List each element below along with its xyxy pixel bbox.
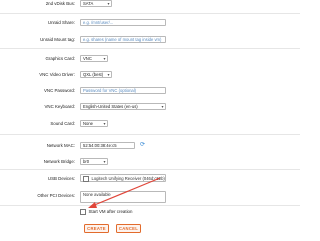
refresh-icon[interactable]: ⟳	[140, 141, 145, 148]
unraid-mount-tag-input[interactable]: e.g. shares (name of mount tag inside vm…	[80, 36, 166, 43]
vnc-password-label: VNC Password:	[44, 88, 75, 93]
vnc-video-driver-label: VNC Video Driver:	[39, 72, 75, 77]
unraid-mount-tag-label: Unraid Mount tag:	[40, 37, 75, 42]
network-bridge-value: br0	[83, 159, 90, 164]
start-vm-checkbox[interactable]	[80, 209, 86, 215]
vdisk-bus-2-value: SATA	[83, 1, 94, 6]
vdisk-bus-2-select[interactable]: SATA ▾	[80, 0, 112, 7]
usb-device-option: Logitech Unifying Receiver (046d:c52b)	[91, 176, 165, 181]
network-mac-input[interactable]: 52:54:00:38:4e:c5	[80, 142, 135, 149]
caret-down-icon: ▾	[161, 104, 164, 109]
network-bridge-label: Network Bridge:	[43, 159, 75, 164]
start-vm-label: Start VM after creation	[88, 209, 133, 214]
caret-down-icon: ▾	[103, 159, 106, 164]
caret-down-icon: ▾	[103, 56, 106, 61]
vnc-password-input[interactable]: Password for VNC (optional)	[80, 87, 166, 94]
unraid-share-label: Unraid Share:	[47, 20, 75, 25]
divider	[0, 205, 300, 206]
usb-devices-label: USB Devices:	[47, 176, 75, 181]
sound-card-label: Sound Card:	[50, 121, 75, 126]
cancel-button[interactable]: CANCEL	[116, 224, 141, 233]
create-button[interactable]: CREATE	[84, 224, 109, 233]
sound-card-value: None	[83, 121, 94, 126]
vdisk-bus-2-label: 2nd vDisk Bus:	[45, 1, 75, 6]
caret-down-icon: ▾	[103, 121, 106, 126]
network-bridge-select[interactable]: br0 ▾	[80, 158, 108, 165]
caret-down-icon: ▾	[107, 72, 110, 77]
unraid-share-input[interactable]: e.g. /mnt/user/...	[80, 19, 166, 26]
start-vm-row[interactable]: Start VM after creation	[80, 209, 132, 215]
divider	[0, 48, 300, 49]
graphics-card-value: VNC	[83, 56, 92, 61]
divider	[0, 134, 300, 135]
other-pci-value: None available	[83, 192, 111, 197]
graphics-card-label: Graphics Card:	[45, 56, 75, 61]
graphics-card-select[interactable]: VNC ▾	[80, 55, 108, 62]
other-pci-list: None available	[80, 191, 166, 203]
network-mac-label: Network MAC:	[46, 143, 75, 148]
other-pci-label: Other PCI Devices:	[37, 193, 75, 198]
divider	[0, 169, 300, 170]
caret-down-icon: ▾	[107, 1, 110, 6]
vnc-video-driver-value: QXL (best)	[83, 72, 104, 77]
usb-devices-list: Logitech Unifying Receiver (046d:c52b)	[80, 174, 166, 182]
vnc-keyboard-select[interactable]: English-United States (en-us) ▾	[80, 103, 166, 110]
vnc-video-driver-select[interactable]: QXL (best) ▾	[80, 71, 112, 78]
divider	[0, 13, 300, 14]
vnc-keyboard-label: VNC Keyboard:	[44, 104, 75, 109]
usb-device-checkbox[interactable]	[83, 176, 89, 182]
sound-card-select[interactable]: None ▾	[80, 120, 108, 127]
vnc-keyboard-value: English-United States (en-us)	[83, 104, 138, 109]
